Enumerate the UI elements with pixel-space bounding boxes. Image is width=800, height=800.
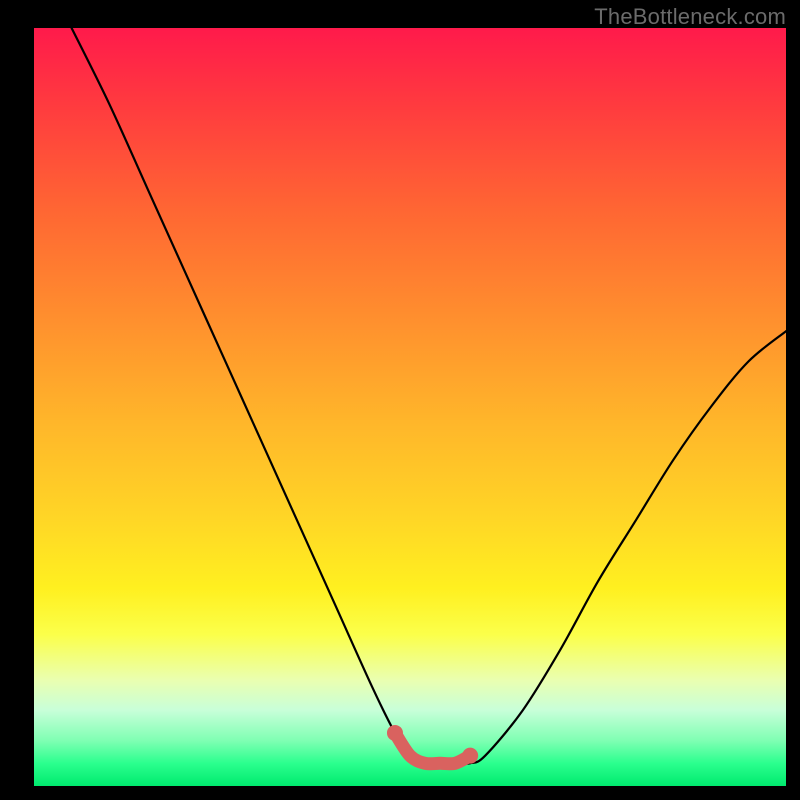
watermark-label: TheBottleneck.com [594, 4, 786, 30]
optimal-zone-endpoint [462, 748, 478, 764]
bottleneck-curve-svg [34, 28, 786, 786]
optimal-zone [395, 733, 470, 764]
optimal-zone-endpoint [387, 725, 403, 741]
bottleneck-curve [72, 28, 786, 764]
chart-frame: TheBottleneck.com [0, 0, 800, 800]
plot-area [34, 28, 786, 786]
